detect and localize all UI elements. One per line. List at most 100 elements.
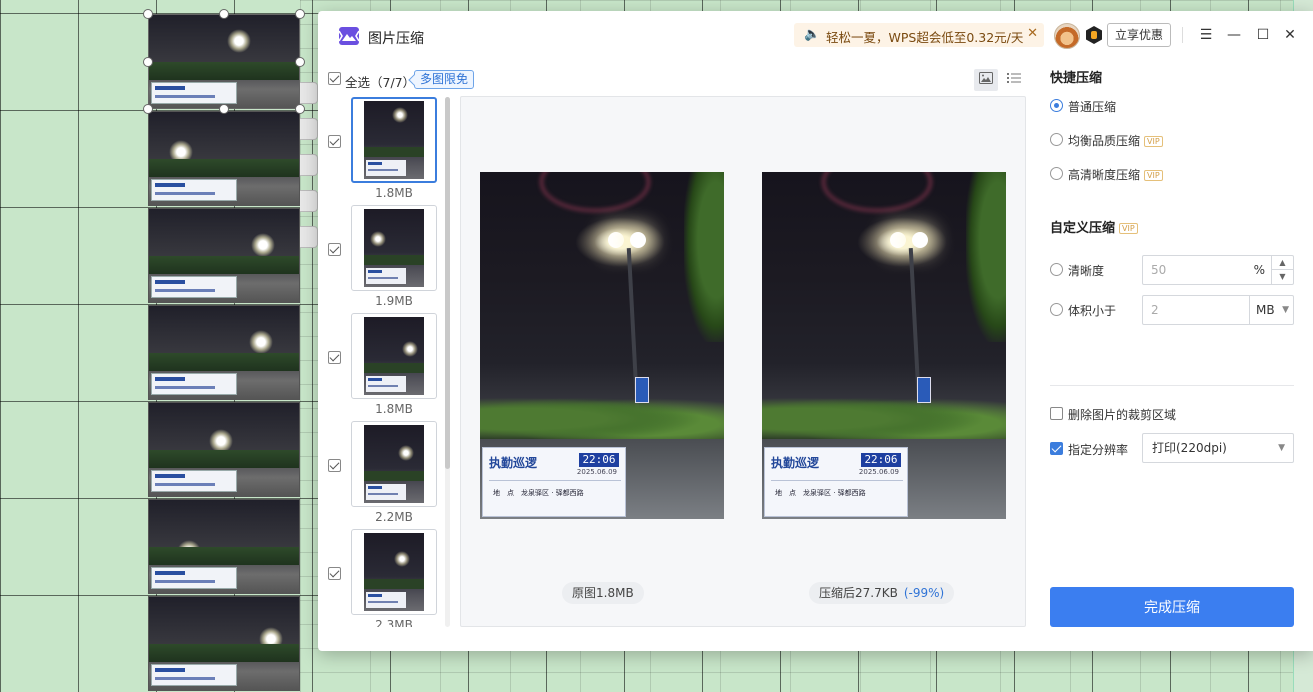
- item-size: 2.2MB: [375, 510, 413, 524]
- sheet-side-tab[interactable]: [300, 190, 318, 212]
- resize-handle[interactable]: [295, 57, 305, 67]
- clarity-unit: %: [1253, 263, 1265, 277]
- resize-handle[interactable]: [143, 104, 153, 114]
- promo-banner[interactable]: 🔈 轻松一夏，WPS超会低至0.32元/天 ✕: [794, 23, 1044, 47]
- option-label: 高清晰度压缩: [1068, 168, 1141, 182]
- item-thumbnail[interactable]: [351, 313, 437, 399]
- option-label: 普通压缩: [1068, 100, 1117, 114]
- radio-button[interactable]: [1050, 99, 1063, 112]
- watermark-location: 地 点 龙泉驿区 · 驿都西路: [775, 489, 866, 497]
- size-unit-select[interactable]: MB ▼: [1249, 296, 1293, 324]
- minimize-icon[interactable]: —: [1223, 24, 1245, 46]
- list-item[interactable]: 2.3MB: [328, 529, 448, 627]
- avatar[interactable]: [1054, 23, 1080, 49]
- clarity-field[interactable]: % ▲ ▼: [1142, 255, 1294, 285]
- close-promo-icon[interactable]: ✕: [1027, 26, 1038, 41]
- item-thumbnail[interactable]: [351, 529, 437, 615]
- size-unit-value: MB: [1256, 303, 1275, 317]
- original-size-caption: 原图1.8MB: [562, 582, 644, 604]
- original-size-text: 原图1.8MB: [572, 586, 634, 600]
- clarity-input[interactable]: [1151, 262, 1241, 278]
- scrollbar-thumb[interactable]: [445, 97, 450, 469]
- image-list: 1.8MB 1.9MB 1.8MB 2.2MB 2.3MB: [328, 97, 448, 627]
- size-limit-field[interactable]: MB ▼: [1142, 295, 1294, 325]
- resize-handle[interactable]: [219, 104, 229, 114]
- list-item[interactable]: 1.8MB: [328, 313, 448, 421]
- resize-handle[interactable]: [219, 9, 229, 19]
- compressed-size-text: 压缩后27.7KB: [819, 586, 898, 600]
- size-limit-label: 体积小于: [1068, 304, 1117, 318]
- clarity-stepper[interactable]: ▲ ▼: [1271, 256, 1293, 284]
- select-all-checkbox[interactable]: [328, 72, 341, 85]
- sheet-image[interactable]: [148, 305, 300, 400]
- chevron-up-icon[interactable]: ▲: [1272, 256, 1293, 270]
- resize-handle[interactable]: [295, 104, 305, 114]
- sheet-side-tab[interactable]: [300, 82, 318, 104]
- resolution-checkbox[interactable]: [1050, 442, 1063, 455]
- finish-compress-button[interactable]: 完成压缩: [1050, 587, 1294, 627]
- item-thumbnail[interactable]: [351, 97, 437, 183]
- list-scrollbar[interactable]: [445, 97, 450, 627]
- select-all-label: 全选（7/7）: [345, 75, 416, 90]
- list-item[interactable]: 1.8MB: [328, 97, 448, 205]
- sheet-image[interactable]: [148, 596, 300, 691]
- item-checkbox[interactable]: [328, 135, 341, 148]
- sheet-image[interactable]: [148, 499, 300, 594]
- resize-handle[interactable]: [143, 9, 153, 19]
- promo-text: 轻松一夏，WPS超会低至0.32元/天: [826, 30, 1024, 45]
- titlebar-divider: [1182, 27, 1183, 43]
- image-selection-frame: [148, 14, 300, 109]
- watermark-date: 2025.06.09: [858, 468, 899, 476]
- resize-handle[interactable]: [143, 57, 153, 67]
- item-checkbox[interactable]: [328, 567, 341, 580]
- radio-button[interactable]: [1050, 303, 1063, 316]
- sheet-side-tab[interactable]: [300, 118, 318, 140]
- vip-badge: VIP: [1119, 223, 1138, 234]
- compressed-image: 执勤巡逻 22:06 2025.06.09 地 点 龙泉驿区 · 驿都西路: [762, 172, 1006, 519]
- radio-button[interactable]: [1050, 167, 1063, 180]
- list-item[interactable]: 1.9MB: [328, 205, 448, 313]
- chevron-down-icon: ▼: [1282, 305, 1289, 315]
- sheet-side-tab[interactable]: [300, 154, 318, 176]
- compression-ratio: (-99%): [903, 586, 945, 600]
- item-size: 1.9MB: [375, 294, 413, 308]
- resolution-option[interactable]: 指定分辨率: [1050, 441, 1128, 459]
- select-all[interactable]: 全选（7/7）: [328, 71, 415, 90]
- vip-badge: VIP: [1144, 136, 1163, 147]
- list-view-icon[interactable]: [1002, 69, 1026, 91]
- sheet-side-tab[interactable]: [300, 226, 318, 248]
- close-icon[interactable]: ✕: [1279, 24, 1301, 46]
- photo-watermark-card: 执勤巡逻 22:06 2025.06.09 地 点 龙泉驿区 · 驿都西路: [764, 447, 908, 517]
- original-image: 执勤巡逻 22:06 2025.06.09 地 点 龙泉驿区 · 驿都西路: [480, 172, 724, 519]
- maximize-icon[interactable]: ☐: [1252, 24, 1274, 46]
- item-size: 1.8MB: [375, 186, 413, 200]
- item-thumbnail[interactable]: [351, 421, 437, 507]
- watermark-title: 执勤巡逻: [489, 456, 538, 470]
- option-label: 均衡品质压缩: [1068, 134, 1141, 148]
- item-checkbox[interactable]: [328, 243, 341, 256]
- size-limit-input[interactable]: [1151, 302, 1241, 318]
- sheet-image[interactable]: [148, 111, 300, 206]
- custom-compress-title: 自定义压缩 VIP: [1050, 217, 1138, 236]
- resize-handle[interactable]: [295, 9, 305, 19]
- sheet-image[interactable]: [148, 208, 300, 303]
- image-compress-dialog: 图片压缩 🔈 轻松一夏，WPS超会低至0.32元/天 ✕ 立享优惠 ☰ — ☐ …: [318, 11, 1313, 651]
- settings-panel: 快捷压缩 普通压缩 均衡品质压缩 VIP 高清晰度压缩 VIP 自定义压缩 VIP 清…: [1050, 61, 1295, 641]
- promo-offer-button[interactable]: 立享优惠: [1107, 23, 1171, 47]
- radio-button[interactable]: [1050, 133, 1063, 146]
- radio-button[interactable]: [1050, 263, 1063, 276]
- resolution-select[interactable]: 打印(220dpi) ▼: [1142, 433, 1294, 463]
- watermark-location: 地 点 龙泉驿区 · 驿都西路: [493, 489, 584, 497]
- image-view-icon[interactable]: [974, 69, 998, 91]
- sheet-image[interactable]: [148, 402, 300, 497]
- remove-crop-checkbox[interactable]: [1050, 407, 1063, 420]
- item-checkbox[interactable]: [328, 459, 341, 472]
- remove-crop-option[interactable]: 删除图片的裁剪区域: [1050, 406, 1176, 424]
- menu-icon[interactable]: ☰: [1195, 24, 1217, 46]
- item-thumbnail[interactable]: [351, 205, 437, 291]
- chevron-down-icon[interactable]: ▼: [1272, 270, 1293, 284]
- resolution-label: 指定分辨率: [1068, 443, 1129, 457]
- item-checkbox[interactable]: [328, 351, 341, 364]
- list-item[interactable]: 2.2MB: [328, 421, 448, 529]
- watermark-date: 2025.06.09: [576, 468, 617, 476]
